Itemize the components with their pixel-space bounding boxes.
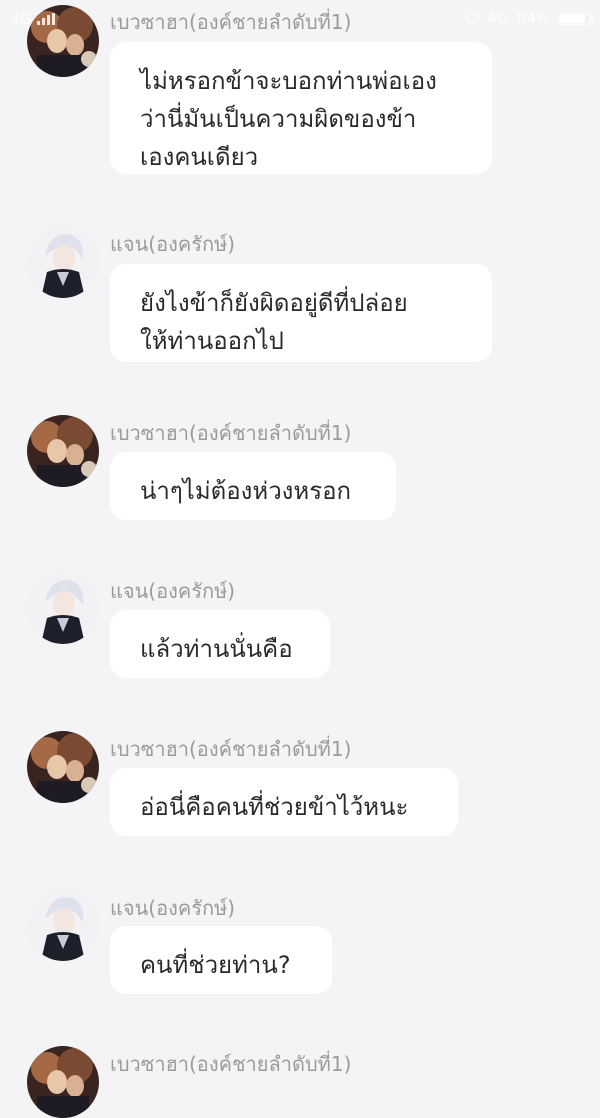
- message-bubble[interactable]: คนที่ช่วยท่าน?: [110, 926, 332, 994]
- message-bubble[interactable]: อ่อนี่คือคนที่ช่วยข้าไว้หนะ: [110, 768, 458, 836]
- chat-list: เบวซาฮา(องค์ชายลำดับที่1) ไม่หรอกข้าจะบอ…: [0, 0, 600, 1118]
- status-right: 4G 94%: [467, 9, 593, 27]
- prince-avatar[interactable]: [27, 1046, 99, 1118]
- battery-icon: [558, 11, 593, 25]
- sender-name: แจน(องครักษ์): [110, 579, 236, 603]
- battery-percent: 94%: [516, 9, 550, 27]
- guard-avatar[interactable]: [27, 226, 99, 298]
- message-bubble[interactable]: แล้วท่านนั่นคือ: [110, 610, 330, 678]
- sender-name: เบวซาฮา(องค์ชายลำดับที่1): [110, 1052, 352, 1076]
- sender-name: เบวซาฮา(องค์ชายลำดับที่1): [110, 737, 352, 761]
- status-left: 4G: [10, 10, 56, 28]
- signal-icon: [37, 13, 56, 25]
- network-label: 4G: [487, 9, 509, 27]
- battery-fill: [560, 13, 585, 23]
- prince-avatar[interactable]: [27, 731, 99, 803]
- alarm-icon: [467, 12, 480, 24]
- guard-avatar[interactable]: [27, 889, 99, 961]
- carrier-label: 4G: [10, 10, 32, 28]
- prince-avatar[interactable]: [27, 415, 99, 487]
- sender-name: แจน(องครักษ์): [110, 232, 236, 256]
- sender-name: เบวซาฮา(องค์ชายลำดับที่1): [110, 421, 352, 445]
- status-bar: 4G 4G 94%: [0, 0, 600, 38]
- message-bubble[interactable]: ยังไงข้าก็ยังผิดอยู่ดีที่ปล่อย ให้ท่านออ…: [110, 264, 492, 362]
- sender-name: แจน(องครักษ์): [110, 896, 236, 920]
- message-bubble[interactable]: ไม่หรอกข้าจะบอกท่านพ่อเอง ว่านี่มันเป็นค…: [110, 42, 492, 174]
- message-bubble[interactable]: น่าๆไม่ต้องห่วงหรอก: [110, 452, 396, 520]
- guard-avatar[interactable]: [27, 572, 99, 644]
